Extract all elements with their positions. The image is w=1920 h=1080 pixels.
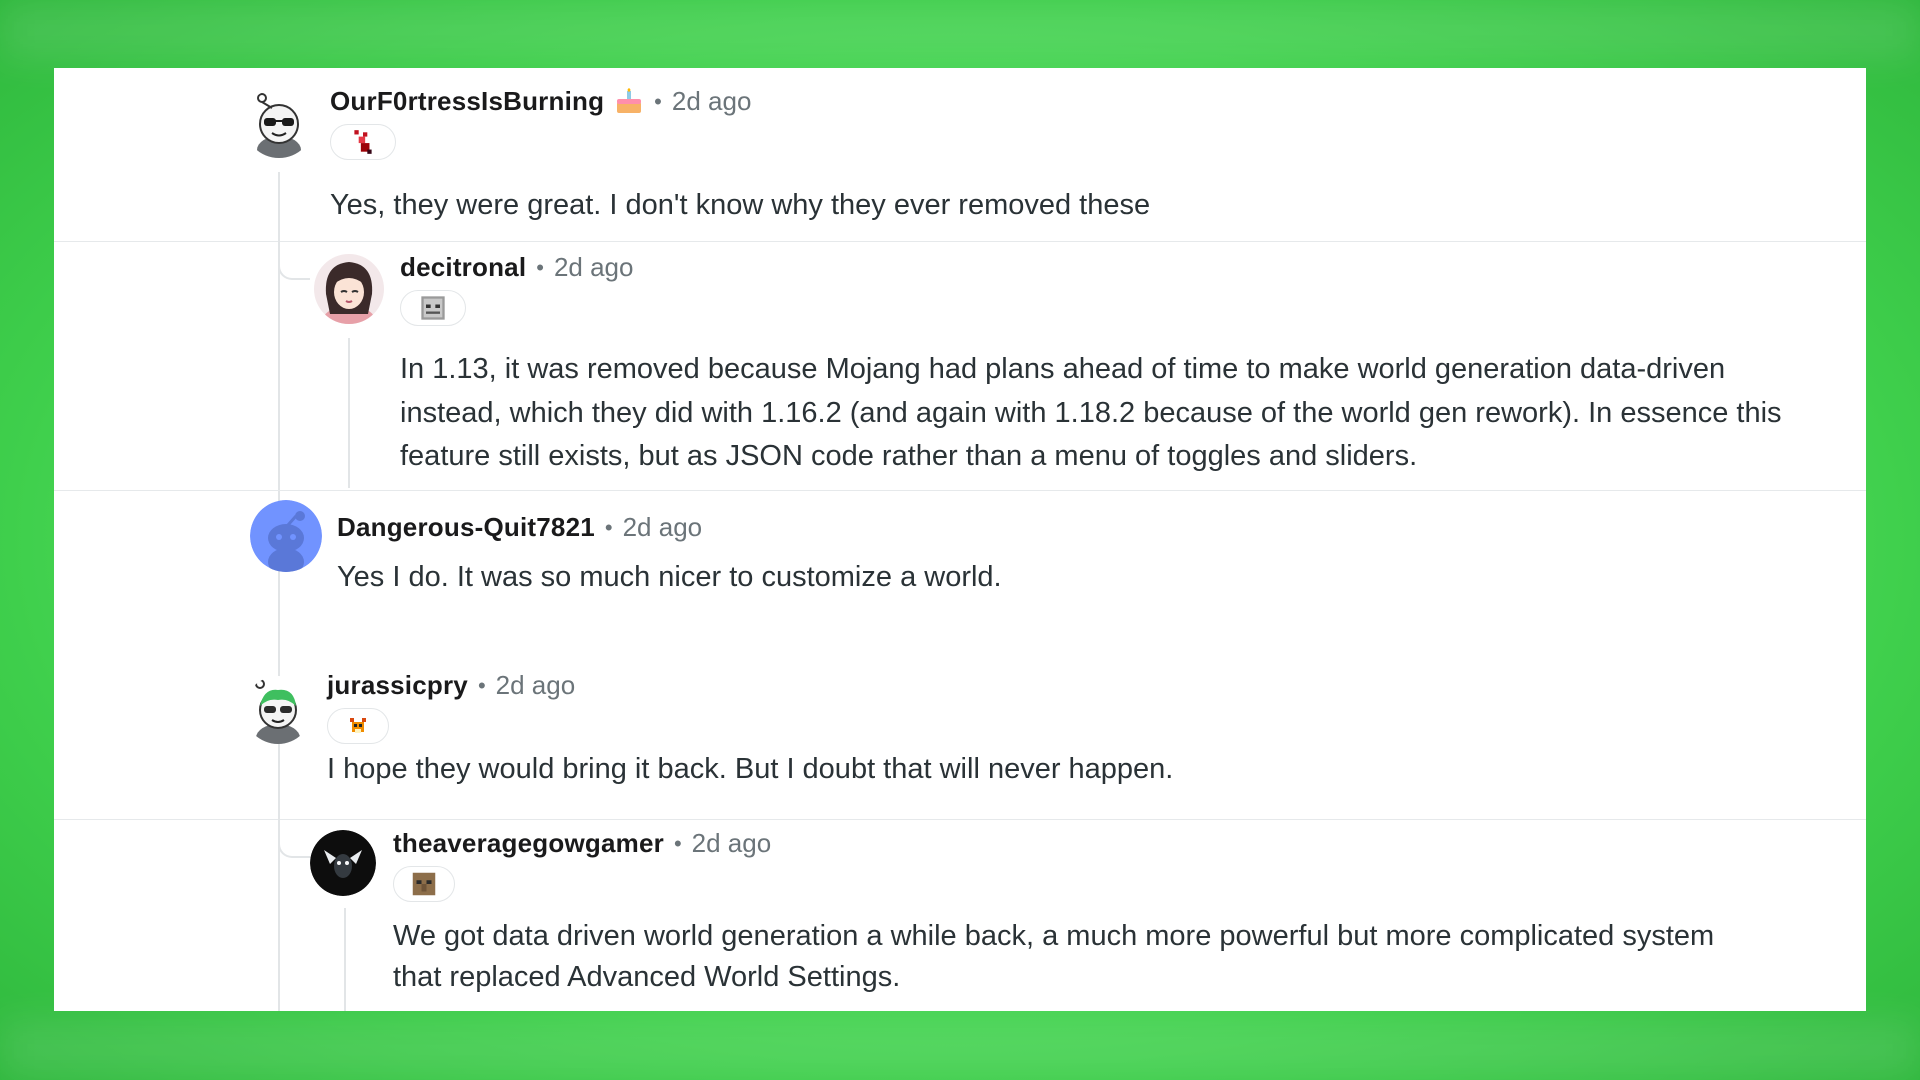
user-flair xyxy=(327,708,389,744)
comment-meta: jurassicpry • 2d ago xyxy=(327,670,575,701)
meta-separator: • xyxy=(536,254,544,280)
comments-panel: OurF0rtressIsBurning • 2d ago Yes, they … xyxy=(54,68,1866,1011)
thread-line[interactable] xyxy=(344,908,346,1011)
pixel-villager-face-icon xyxy=(412,872,436,896)
comment-decitronal: decitronal • 2d ago In 1.13, it was remo… xyxy=(54,238,1866,492)
user-avatar[interactable] xyxy=(244,88,314,158)
comment-timestamp[interactable]: 2d ago xyxy=(692,828,772,859)
snoo-green-hair-avatar-icon xyxy=(244,676,312,744)
reply-connector xyxy=(278,238,310,280)
pixel-skeleton-face-icon xyxy=(421,296,445,320)
username-link[interactable]: Dangerous-Quit7821 xyxy=(337,512,595,543)
user-flair xyxy=(393,866,455,902)
comment-body: Yes I do. It was so much nicer to custom… xyxy=(337,561,1002,593)
meta-separator: • xyxy=(654,88,662,114)
username-link[interactable]: theaveragegowgamer xyxy=(393,828,664,859)
dark-creature-avatar-icon xyxy=(310,830,376,896)
username-link[interactable]: decitronal xyxy=(400,252,526,283)
comment-meta: OurF0rtressIsBurning • 2d ago xyxy=(330,86,751,117)
comment-body: We got data driven world generation a wh… xyxy=(393,920,1715,993)
reply-connector xyxy=(278,816,310,858)
username-link[interactable]: OurF0rtressIsBurning xyxy=(330,86,604,117)
comment-timestamp[interactable]: 2d ago xyxy=(554,252,634,283)
comment-theaveragegowgamer: theaveragegowgamer • 2d ago We got data … xyxy=(54,816,1866,1011)
pixel-red-figure-icon xyxy=(354,130,372,154)
snoo-sunglasses-avatar-icon xyxy=(244,88,314,158)
meta-separator: • xyxy=(604,514,613,540)
anime-girl-avatar-icon xyxy=(314,254,384,324)
user-flair xyxy=(400,290,466,326)
comment-timestamp[interactable]: 2d ago xyxy=(496,670,576,701)
comment-dangerous-quit7821: Dangerous-Quit7821 • 2d ago Yes I do. It… xyxy=(54,492,1866,642)
comment-timestamp[interactable]: 2d ago xyxy=(672,86,752,117)
comment-meta: Dangerous-Quit7821 • 2d ago xyxy=(337,512,702,543)
thread-line[interactable] xyxy=(348,338,350,488)
comment-meta: decitronal • 2d ago xyxy=(400,252,633,283)
comment-ourf0rtressisburning: OurF0rtressIsBurning • 2d ago Yes, they … xyxy=(54,68,1866,1011)
divider xyxy=(54,490,1866,491)
comment-body: In 1.13, it was removed because Mojang h… xyxy=(400,353,1782,472)
user-avatar[interactable] xyxy=(244,676,312,744)
background-ray xyxy=(0,0,1920,60)
cake-icon xyxy=(614,87,644,116)
comment-body: I hope they would bring it back. But I d… xyxy=(327,753,1174,785)
user-flair xyxy=(330,124,396,160)
default-snoo-avatar-icon xyxy=(250,500,322,572)
user-avatar[interactable] xyxy=(310,830,376,896)
user-avatar[interactable] xyxy=(314,254,384,324)
background-ray xyxy=(0,1020,1920,1080)
username-link[interactable]: jurassicpry xyxy=(327,670,468,701)
user-avatar[interactable] xyxy=(250,500,322,572)
pixel-fox-icon xyxy=(350,718,366,733)
meta-separator: • xyxy=(673,830,682,856)
comment-body: Yes, they were great. I don't know why t… xyxy=(330,189,1151,221)
comment-meta: theaveragegowgamer • 2d ago xyxy=(393,828,771,859)
comment-timestamp[interactable]: 2d ago xyxy=(623,512,703,543)
meta-separator: • xyxy=(477,672,486,698)
